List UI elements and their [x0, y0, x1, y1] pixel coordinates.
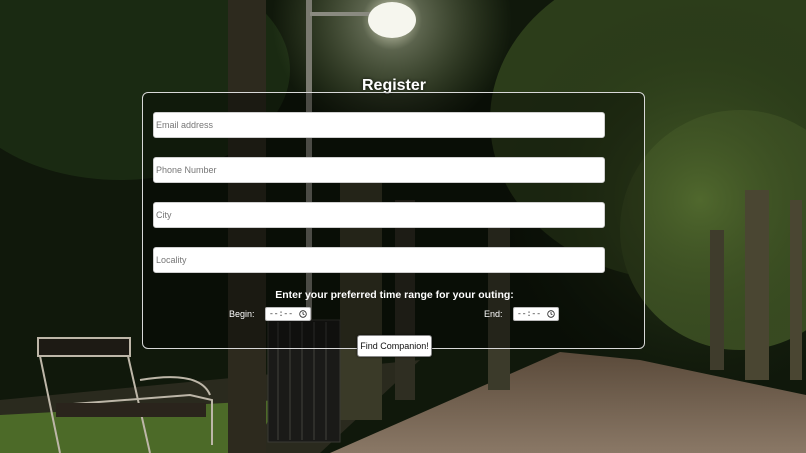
end-time-value: --:-- [517, 309, 542, 319]
clock-icon[interactable] [547, 310, 555, 318]
time-range-prompt: Enter your preferred time range for your… [275, 289, 514, 301]
phone-number-field[interactable] [153, 157, 605, 183]
locality-field[interactable] [153, 247, 605, 273]
clock-icon[interactable] [299, 310, 307, 318]
city-field[interactable] [153, 202, 605, 228]
begin-time-input[interactable]: --:-- [265, 307, 311, 321]
email-field[interactable] [153, 112, 605, 138]
begin-time-value: --:-- [269, 309, 294, 319]
begin-label: Begin: [229, 309, 255, 319]
end-time-input[interactable]: --:-- [513, 307, 559, 321]
find-companion-button[interactable]: Find Companion! [357, 335, 432, 357]
register-form: Enter your preferred time range for your… [142, 92, 645, 349]
park-background: Register Enter your preferred time range… [0, 0, 806, 453]
end-label: End: [484, 309, 503, 319]
